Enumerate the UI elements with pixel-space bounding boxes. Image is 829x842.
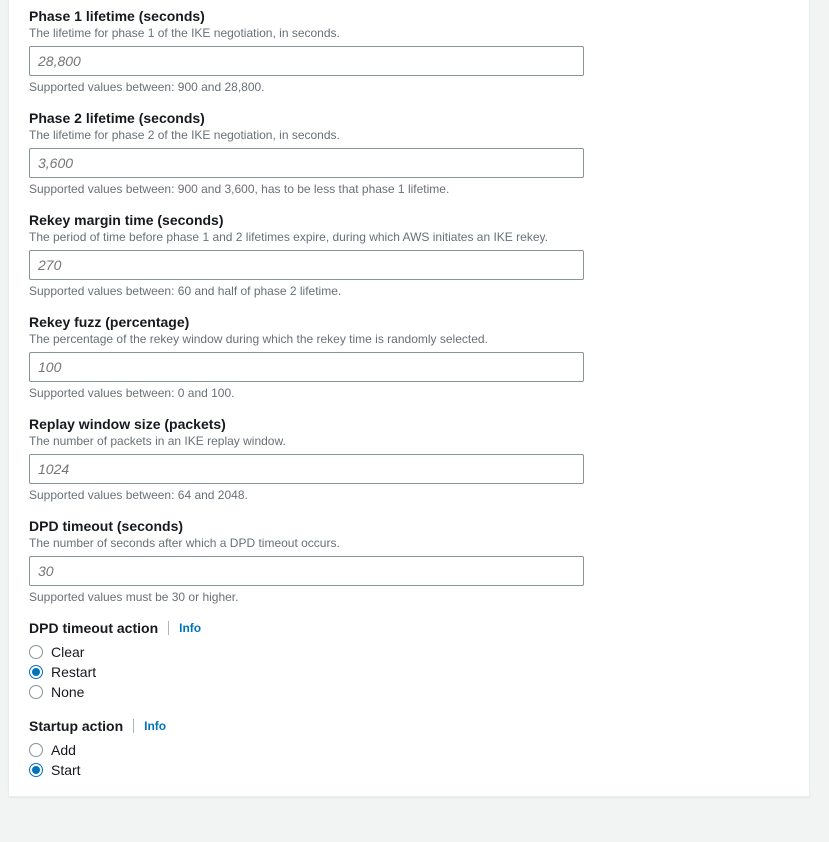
dpd-action-restart-label: Restart bbox=[51, 664, 96, 680]
rekey-margin-field: Rekey margin time (seconds) The period o… bbox=[9, 204, 809, 306]
phase2-desc: The lifetime for phase 2 of the IKE nego… bbox=[29, 128, 789, 142]
rekey-fuzz-desc: The percentage of the rekey window durin… bbox=[29, 332, 789, 346]
radio-icon bbox=[29, 665, 43, 679]
startup-action-field: Startup action Info Add Start bbox=[9, 710, 809, 788]
rekey-margin-input[interactable] bbox=[29, 250, 584, 280]
startup-action-label: Startup action bbox=[29, 718, 123, 734]
radio-icon bbox=[29, 763, 43, 777]
rekey-fuzz-field: Rekey fuzz (percentage) The percentage o… bbox=[9, 306, 809, 408]
radio-icon bbox=[29, 743, 43, 757]
rekey-margin-label: Rekey margin time (seconds) bbox=[29, 212, 789, 228]
replay-window-desc: The number of packets in an IKE replay w… bbox=[29, 434, 789, 448]
rekey-margin-hint: Supported values between: 60 and half of… bbox=[29, 284, 789, 298]
replay-window-hint: Supported values between: 64 and 2048. bbox=[29, 488, 789, 502]
startup-action-start-option[interactable]: Start bbox=[29, 760, 789, 780]
phase1-label: Phase 1 lifetime (seconds) bbox=[29, 8, 789, 24]
dpd-timeout-input[interactable] bbox=[29, 556, 584, 586]
radio-icon bbox=[29, 685, 43, 699]
phase1-desc: The lifetime for phase 1 of the IKE nego… bbox=[29, 26, 789, 40]
startup-action-add-label: Add bbox=[51, 742, 76, 758]
phase2-label: Phase 2 lifetime (seconds) bbox=[29, 110, 789, 126]
replay-window-input[interactable] bbox=[29, 454, 584, 484]
rekey-fuzz-hint: Supported values between: 0 and 100. bbox=[29, 386, 789, 400]
dpd-action-info-link[interactable]: Info bbox=[179, 621, 201, 635]
phase2-lifetime-field: Phase 2 lifetime (seconds) The lifetime … bbox=[9, 102, 809, 204]
dpd-timeout-field: DPD timeout (seconds) The number of seco… bbox=[9, 510, 809, 612]
phase1-input[interactable] bbox=[29, 46, 584, 76]
dpd-action-clear-option[interactable]: Clear bbox=[29, 642, 789, 662]
vpn-tunnel-options-panel: Phase 1 lifetime (seconds) The lifetime … bbox=[8, 0, 810, 797]
replay-window-label: Replay window size (packets) bbox=[29, 416, 789, 432]
replay-window-field: Replay window size (packets) The number … bbox=[9, 408, 809, 510]
dpd-timeout-desc: The number of seconds after which a DPD … bbox=[29, 536, 789, 550]
dpd-timeout-hint: Supported values must be 30 or higher. bbox=[29, 590, 789, 604]
dpd-action-none-label: None bbox=[51, 684, 84, 700]
phase1-lifetime-field: Phase 1 lifetime (seconds) The lifetime … bbox=[9, 0, 809, 102]
rekey-fuzz-label: Rekey fuzz (percentage) bbox=[29, 314, 789, 330]
startup-action-radio-group: Add Start bbox=[29, 740, 789, 780]
dpd-action-clear-label: Clear bbox=[51, 644, 84, 660]
dpd-action-label: DPD timeout action bbox=[29, 620, 158, 636]
phase2-input[interactable] bbox=[29, 148, 584, 178]
dpd-timeout-action-field: DPD timeout action Info Clear Restart No… bbox=[9, 612, 809, 710]
rekey-margin-desc: The period of time before phase 1 and 2 … bbox=[29, 230, 789, 244]
radio-icon bbox=[29, 645, 43, 659]
dpd-action-restart-option[interactable]: Restart bbox=[29, 662, 789, 682]
rekey-fuzz-input[interactable] bbox=[29, 352, 584, 382]
dpd-timeout-label: DPD timeout (seconds) bbox=[29, 518, 789, 534]
phase1-hint: Supported values between: 900 and 28,800… bbox=[29, 80, 789, 94]
dpd-action-none-option[interactable]: None bbox=[29, 682, 789, 702]
startup-action-info-link[interactable]: Info bbox=[144, 719, 166, 733]
divider bbox=[133, 719, 134, 733]
phase2-hint: Supported values between: 900 and 3,600,… bbox=[29, 182, 789, 196]
divider bbox=[168, 621, 169, 635]
startup-action-add-option[interactable]: Add bbox=[29, 740, 789, 760]
startup-action-start-label: Start bbox=[51, 762, 81, 778]
dpd-action-radio-group: Clear Restart None bbox=[29, 642, 789, 702]
